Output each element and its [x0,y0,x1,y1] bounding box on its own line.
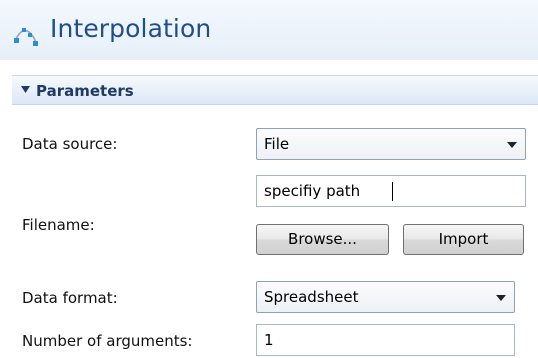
data-format-value: Spreadsheet [264,288,359,306]
chevron-down-icon[interactable] [21,86,30,94]
section-header-parameters[interactable]: Parameters [12,75,538,105]
filename-text[interactable] [257,176,525,206]
browse-button[interactable]: Browse... [256,224,389,255]
dropdown-arrow-icon[interactable] [496,295,506,301]
title-bar: Interpolation [0,0,538,60]
interpolation-icon [14,28,38,46]
number-of-arguments-label: Number of arguments: [22,332,193,350]
text-cursor [392,182,393,201]
import-button[interactable]: Import [403,224,524,255]
data-source-label: Data source: [22,135,118,153]
data-format-select[interactable]: Spreadsheet [256,281,515,313]
data-source-select[interactable]: File [256,128,526,160]
dropdown-arrow-icon[interactable] [507,142,517,148]
panel-title: Interpolation [50,14,212,43]
filename-input[interactable] [256,175,526,207]
filename-label: Filename: [22,216,95,234]
number-of-arguments-text[interactable] [257,325,514,355]
section-title: Parameters [36,82,134,100]
data-format-label: Data format: [22,289,118,307]
number-of-arguments-input[interactable] [256,324,515,356]
data-source-value: File [264,135,290,153]
